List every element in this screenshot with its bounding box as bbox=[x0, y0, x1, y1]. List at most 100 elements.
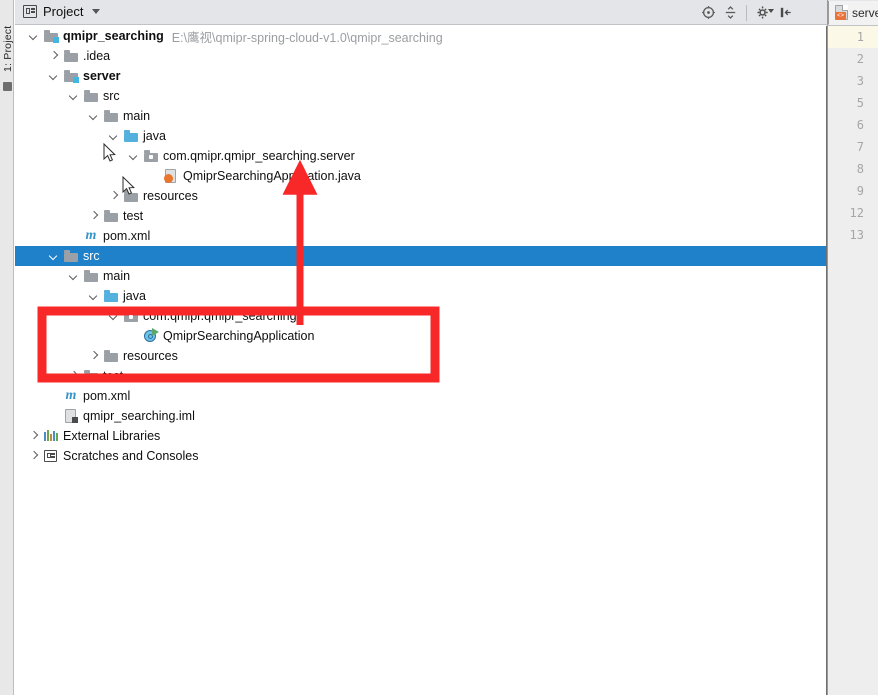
folder-icon bbox=[103, 208, 119, 224]
chevron-down-icon[interactable] bbox=[69, 271, 79, 281]
tree-row[interactable]: main bbox=[15, 266, 826, 286]
chevron-right-icon[interactable] bbox=[29, 451, 39, 461]
chevron-down-icon[interactable] bbox=[92, 9, 101, 14]
line-number: 12 bbox=[849, 206, 864, 220]
chevron-down-icon[interactable] bbox=[69, 91, 79, 101]
locate-in-tree-icon[interactable] bbox=[697, 1, 719, 25]
project-toolbar bbox=[697, 0, 796, 25]
editor-tab-label: serve bbox=[852, 5, 878, 20]
tree-row[interactable]: java bbox=[15, 126, 826, 146]
project-tree[interactable]: qmipr_searching E:\鹰视\qmipr-spring-cloud-… bbox=[15, 26, 827, 695]
tree-row[interactable]: test bbox=[15, 206, 826, 226]
tree-row-label: src bbox=[103, 89, 120, 103]
tree-row-label: pom.xml bbox=[103, 229, 151, 243]
line-number: 9 bbox=[856, 184, 864, 198]
line-number: 3 bbox=[856, 74, 864, 88]
java-file-icon bbox=[163, 168, 179, 184]
tree-row-label: server bbox=[83, 69, 121, 83]
line-number: 8 bbox=[856, 162, 864, 176]
settings-gear-icon[interactable] bbox=[752, 1, 774, 25]
tree-row-label: test bbox=[123, 209, 144, 223]
line-number: 5 bbox=[856, 96, 864, 110]
line-number: 7 bbox=[856, 140, 864, 154]
tree-row[interactable]: src bbox=[15, 86, 826, 106]
hide-panel-icon[interactable] bbox=[774, 1, 796, 25]
sidebar-item-project-vertical-tab[interactable]: 1: Project bbox=[2, 12, 14, 72]
tree-row-label: qmipr_searching.iml bbox=[83, 409, 195, 423]
tree-row[interactable]: com.qmipr.qmipr_searching.server bbox=[15, 146, 826, 166]
chevron-down-icon[interactable] bbox=[49, 71, 59, 81]
tree-row-label: QmiprSearchingApplication.java bbox=[183, 169, 361, 183]
left-tool-strip: 1: Project bbox=[0, 0, 14, 695]
chevron-down-icon[interactable] bbox=[109, 131, 119, 141]
folder-icon bbox=[83, 368, 99, 384]
tab-server-java[interactable]: <> serve bbox=[828, 1, 878, 25]
tree-row[interactable]: m pom.xml bbox=[15, 386, 826, 406]
chevron-down-icon[interactable] bbox=[89, 111, 99, 121]
tree-row[interactable]: com.qmipr.qmipr_searching bbox=[15, 306, 826, 326]
tree-row-label: src bbox=[83, 249, 100, 263]
mouse-cursor-secondary bbox=[122, 176, 135, 195]
package-icon bbox=[123, 308, 139, 324]
no-chevron-spacer bbox=[129, 331, 139, 341]
collapse-all-icon[interactable] bbox=[719, 1, 741, 25]
project-panel-icon bbox=[23, 5, 37, 18]
folder-icon bbox=[63, 248, 79, 264]
folder-icon bbox=[63, 48, 79, 64]
tree-row[interactable]: m pom.xml bbox=[15, 226, 826, 246]
no-chevron-spacer bbox=[149, 171, 159, 181]
tree-row[interactable]: qmipr_searching.iml bbox=[15, 406, 826, 426]
chevron-down-icon[interactable] bbox=[29, 31, 39, 41]
page-title: Project bbox=[43, 4, 84, 19]
tree-row[interactable]: qmipr_searching E:\鹰视\qmipr-spring-cloud-… bbox=[15, 26, 826, 46]
project-tool-window-header: Project bbox=[15, 0, 878, 25]
chevron-down-icon[interactable] bbox=[49, 251, 59, 261]
tree-row[interactable]: External Libraries bbox=[15, 426, 826, 446]
tree-row-label: java bbox=[143, 129, 166, 143]
tree-row-label: test bbox=[103, 369, 124, 383]
tree-row[interactable]: QmiprSearchingApplication.java bbox=[15, 166, 826, 186]
maven-pom-icon: m bbox=[85, 228, 97, 243]
tree-row-label: .idea bbox=[83, 49, 111, 63]
tree-row-label: main bbox=[123, 109, 151, 123]
tree-row-path-hint: E:\鹰视\qmipr-spring-cloud-v1.0\qmipr_sear… bbox=[171, 30, 443, 45]
chevron-down-icon[interactable] bbox=[109, 311, 119, 321]
tree-row-label: main bbox=[103, 269, 131, 283]
scratches-icon bbox=[43, 448, 59, 464]
line-number: 1 bbox=[828, 26, 878, 48]
tree-row[interactable]: src bbox=[15, 246, 826, 266]
folder-icon bbox=[103, 348, 119, 364]
tree-row[interactable]: server bbox=[15, 66, 826, 86]
tree-row[interactable]: main bbox=[15, 106, 826, 126]
tree-row[interactable]: java bbox=[15, 286, 826, 306]
no-chevron-spacer bbox=[49, 391, 59, 401]
chevron-right-icon[interactable] bbox=[89, 211, 99, 221]
chevron-right-icon[interactable] bbox=[69, 371, 79, 381]
chevron-right-icon[interactable] bbox=[49, 51, 59, 61]
mouse-cursor-primary bbox=[103, 143, 116, 162]
tree-row[interactable]: resources bbox=[15, 186, 826, 206]
tree-row-label: com.qmipr.qmipr_searching.server bbox=[163, 149, 355, 163]
chevron-down-icon[interactable] bbox=[129, 151, 139, 161]
tree-row[interactable]: resources bbox=[15, 346, 826, 366]
tree-row-label: resources bbox=[143, 189, 198, 203]
folder-icon bbox=[83, 88, 99, 104]
source-root-folder-icon bbox=[103, 288, 119, 304]
chevron-right-icon[interactable] bbox=[89, 351, 99, 361]
chevron-down-icon[interactable] bbox=[89, 291, 99, 301]
chevron-right-icon[interactable] bbox=[29, 431, 39, 441]
tool-window-stripe-icon[interactable] bbox=[3, 82, 12, 91]
tree-row[interactable]: .idea bbox=[15, 46, 826, 66]
tree-row[interactable]: test bbox=[15, 366, 826, 386]
tree-row[interactable]: QmiprSearchingApplication bbox=[15, 326, 826, 346]
project-title-group[interactable]: Project bbox=[23, 4, 101, 19]
tree-row[interactable]: Scratches and Consoles bbox=[15, 446, 826, 466]
line-number: 6 bbox=[856, 118, 864, 132]
package-icon bbox=[143, 148, 159, 164]
module-folder-icon bbox=[63, 68, 79, 84]
module-folder-icon bbox=[43, 28, 59, 44]
tree-row-label: qmipr_searching bbox=[63, 29, 164, 43]
tree-row-label: QmiprSearchingApplication bbox=[163, 329, 315, 343]
tree-row-label: java bbox=[123, 289, 146, 303]
chevron-right-icon[interactable] bbox=[109, 191, 119, 201]
